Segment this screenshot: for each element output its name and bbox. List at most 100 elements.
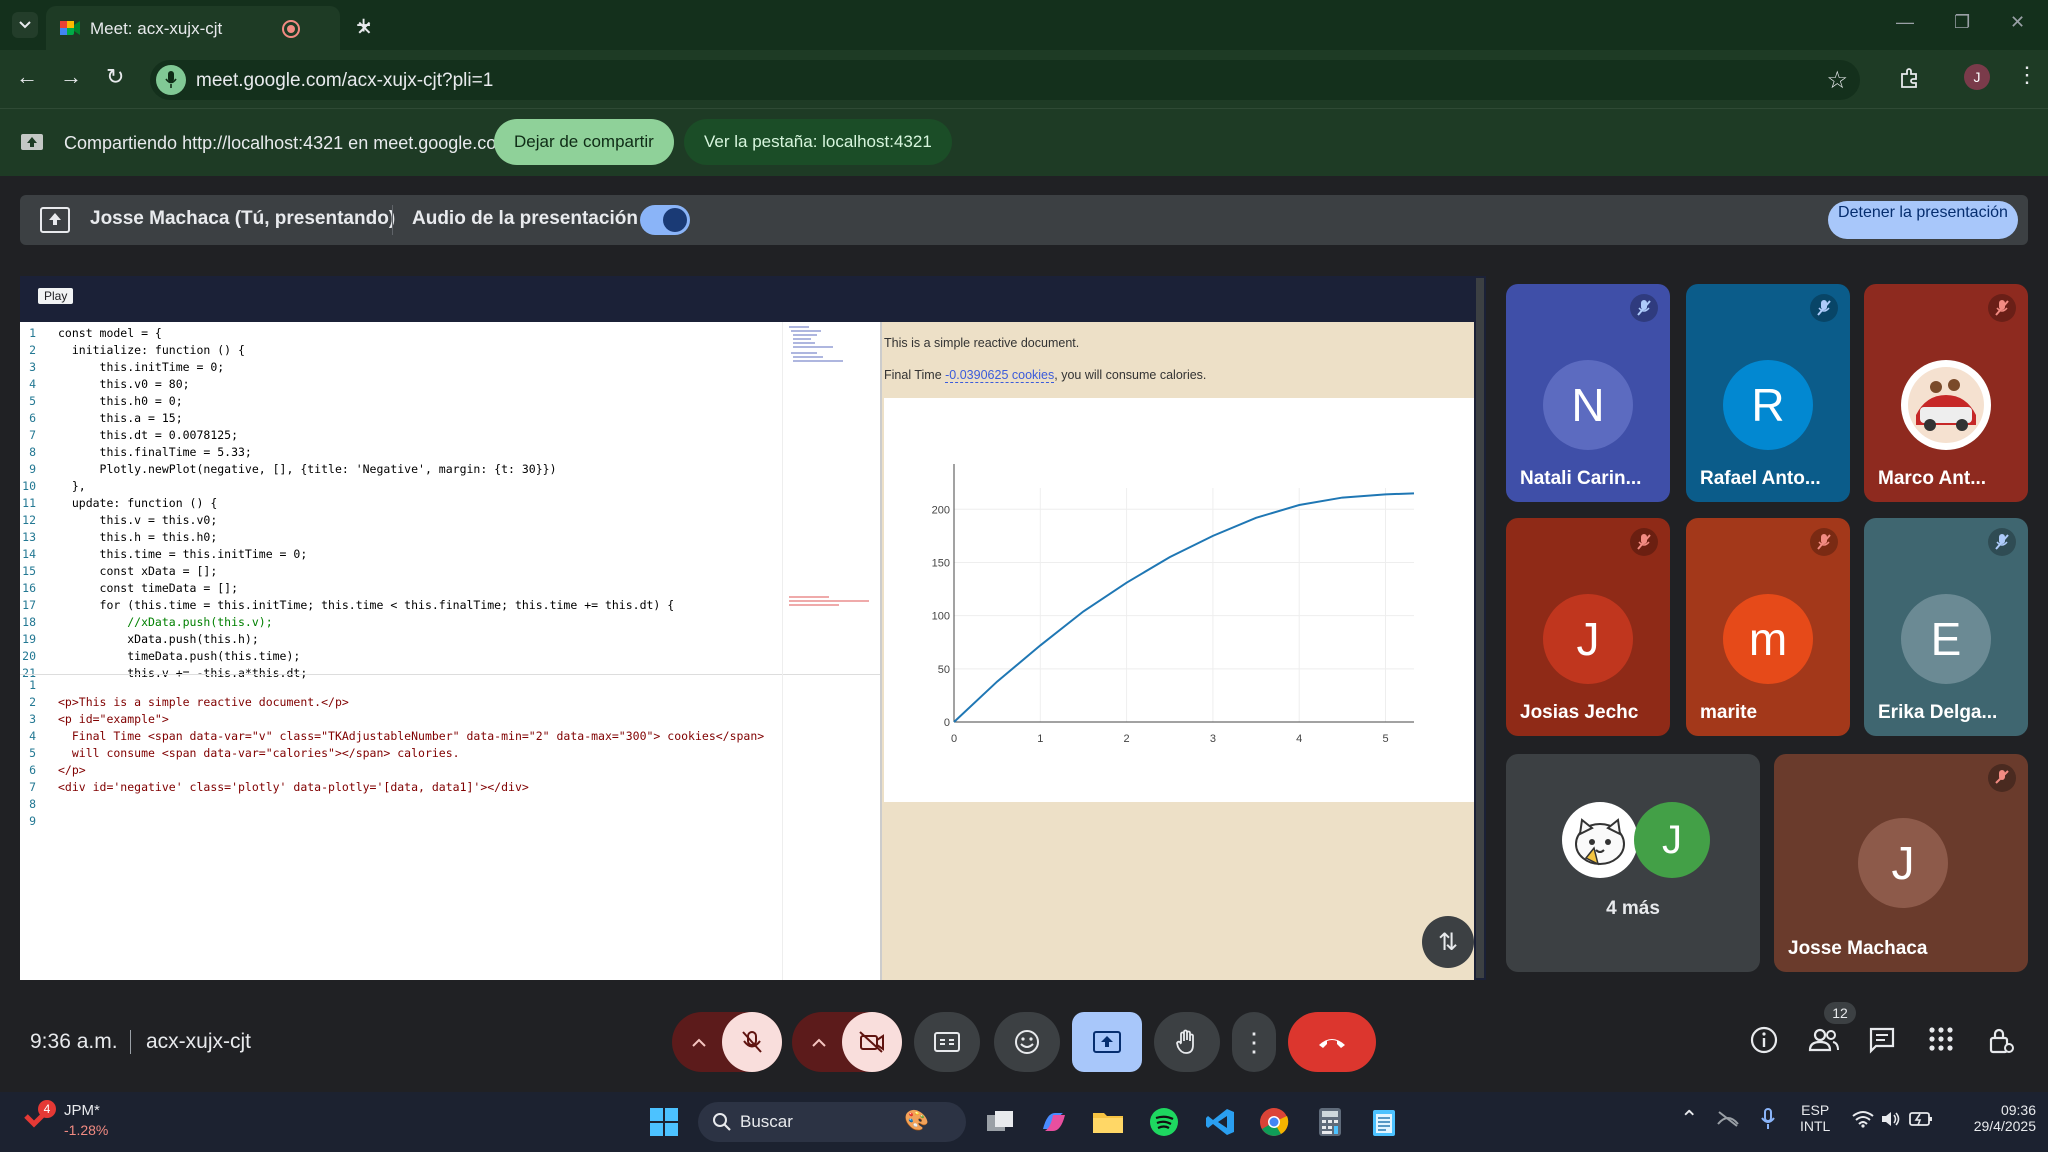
captions-button[interactable] [914,1012,980,1072]
stop-sharing-button[interactable]: Dejar de compartir [494,119,674,165]
show-hidden-icons-chevron-icon[interactable]: ⌃ [1680,1106,1698,1132]
present-now-button[interactable] [1072,1012,1142,1072]
code-line[interactable]: 3 this.initTime = 0; [20,360,780,377]
swap-layout-button[interactable]: ⇅ [1422,916,1474,968]
back-button[interactable]: ← [16,64,38,90]
host-controls-button[interactable] [1988,1026,2014,1056]
code-line[interactable]: 2 initialize: function () { [20,343,780,360]
camera-options-button[interactable] [792,1012,846,1072]
participant-tile[interactable]: Marco Ant... [1864,284,2028,502]
participant-tile[interactable]: N Natali Carin... [1506,284,1670,502]
code-text: this.a = 15; [58,411,183,425]
code-line[interactable]: 4 this.v0 = 80; [20,377,780,394]
code-editor[interactable]: 1 const model = {2 initialize: function (… [20,322,880,980]
more-options-button[interactable]: ⋮ [1232,1012,1276,1072]
reactions-button[interactable] [994,1012,1060,1072]
code-line[interactable]: 8 this.finalTime = 5.33; [20,445,780,462]
people-button[interactable] [1808,1026,1840,1054]
shared-screen-scrollbar[interactable] [1476,278,1484,978]
battery-charging-icon[interactable] [1908,1110,1934,1128]
code-line[interactable]: 9 [20,814,780,831]
code-line[interactable]: 15 const xData = []; [20,564,780,581]
code-line[interactable]: 16 const timeData = []; [20,581,780,598]
new-tab-button[interactable]: + [356,10,371,41]
code-line[interactable]: 12 this.v = this.v0; [20,513,780,530]
close-window-icon[interactable]: ✕ [2010,12,2025,33]
adjustable-number[interactable]: -0.0390625 cookies [945,368,1055,383]
taskbar-search[interactable]: Buscar 🎨 [698,1102,966,1142]
code-line[interactable]: 4 Final Time <span data-var="v" class="T… [20,729,780,746]
participant-tile[interactable]: R Rafael Anto... [1686,284,1850,502]
code-line[interactable]: 7 this.dt = 0.0078125; [20,428,780,445]
code-line[interactable]: 5 will consume <span data-var="calories"… [20,746,780,763]
code-line[interactable]: 10 }, [20,479,780,496]
browser-tab-meet[interactable]: Meet: acx-xujx-cjt ✕ [46,6,373,50]
leave-call-button[interactable] [1288,1012,1376,1072]
code-line[interactable]: 20 timeData.push(this.time); [20,649,780,666]
code-line[interactable]: 14 this.time = this.initTime = 0; [20,547,780,564]
line-number: 16 [22,581,36,595]
reload-button[interactable]: ↻ [106,64,124,90]
participant-tile[interactable]: E Erika Delga... [1864,518,2028,736]
more-participants-tile[interactable]: J 4 más [1506,754,1760,972]
code-line[interactable]: 9 Plotly.newPlot(negative, [], {title: '… [20,462,780,479]
self-participant-tile[interactable]: J Josse Machaca [1774,754,2028,972]
meeting-details-button[interactable] [1750,1026,1778,1054]
code-line[interactable]: 1 const model = { [20,326,780,343]
presentation-audio-toggle[interactable] [640,205,690,235]
volume-icon[interactable] [1880,1110,1902,1128]
raise-hand-button[interactable] [1154,1012,1220,1072]
code-line[interactable]: 13 this.h = this.h0; [20,530,780,547]
task-view-button[interactable] [982,1104,1018,1140]
browser-menu-icon[interactable]: ⋮ [2016,62,2038,88]
forward-button[interactable]: → [60,64,82,90]
mic-toggle-button[interactable] [722,1012,782,1072]
stop-presenting-button[interactable]: Detener la presentación [1828,201,2018,239]
calculator-button[interactable] [1312,1104,1348,1140]
bookmark-star-icon[interactable]: ☆ [1826,66,1848,95]
line-number: 3 [29,360,36,374]
code-line[interactable]: 1 [20,678,780,695]
system-clock[interactable]: 09:36 29/4/2025 [1944,1102,2036,1134]
file-explorer-button[interactable] [1090,1104,1126,1140]
vscode-button[interactable] [1202,1104,1238,1140]
activities-button[interactable] [1928,1026,1954,1052]
input-language-indicator[interactable]: ESP INTL [1800,1102,1830,1134]
notepad-button[interactable] [1366,1104,1402,1140]
code-line[interactable]: 11 update: function () { [20,496,780,513]
microphone-tray-icon[interactable] [1760,1108,1776,1130]
code-line[interactable]: 19 xData.push(this.h); [20,632,780,649]
code-line[interactable]: 8 [20,797,780,814]
plotly-chart[interactable]: 0 1 2 3 4 5 0 50 100 150 200 [884,398,1474,802]
participant-tile[interactable]: J Josias Jechc [1506,518,1670,736]
mic-options-button[interactable] [672,1012,726,1072]
code-line[interactable]: 3 <p id="example"> [20,712,780,729]
code-line[interactable]: 5 this.h0 = 0; [20,394,780,411]
microphone-in-use-icon[interactable] [156,65,186,95]
stock-widget[interactable]: 4 JPM* -1.28% [22,1100,108,1138]
play-button[interactable]: Play [38,288,74,304]
minimize-window-icon[interactable]: — [1896,12,1914,33]
copilot-button[interactable] [1036,1104,1072,1140]
code-line[interactable]: 6 </p> [20,763,780,780]
participant-tile[interactable]: m marite [1686,518,1850,736]
code-line[interactable]: 6 this.a = 15; [20,411,780,428]
camera-toggle-button[interactable] [842,1012,902,1072]
profile-avatar[interactable]: J [1964,64,1990,90]
address-bar[interactable]: meet.google.com/acx-xujx-cjt?pli=1 ☆ [150,60,1860,100]
code-line[interactable]: 17 for (this.time = this.initTime; this.… [20,598,780,615]
wifi-icon[interactable] [1852,1110,1874,1128]
chat-button[interactable] [1868,1026,1896,1054]
chrome-button[interactable] [1256,1104,1292,1140]
spotify-button[interactable] [1146,1104,1182,1140]
code-line[interactable]: 2 <p>This is a simple reactive document.<… [20,695,780,712]
extensions-icon[interactable] [1898,66,1922,90]
view-shared-tab-button[interactable]: Ver la pestaña: localhost:4321 [684,119,952,165]
restore-window-icon[interactable]: ❐ [1954,12,1970,33]
presentation-audio-label: Audio de la presentación [412,208,638,229]
network-off-icon[interactable] [1716,1110,1740,1128]
code-line[interactable]: 7 <div id='negative' class='plotly' data-… [20,780,780,797]
start-button[interactable] [646,1104,682,1140]
tab-search-button[interactable] [12,12,38,38]
code-line[interactable]: 18 //xData.push(this.v); [20,615,780,632]
